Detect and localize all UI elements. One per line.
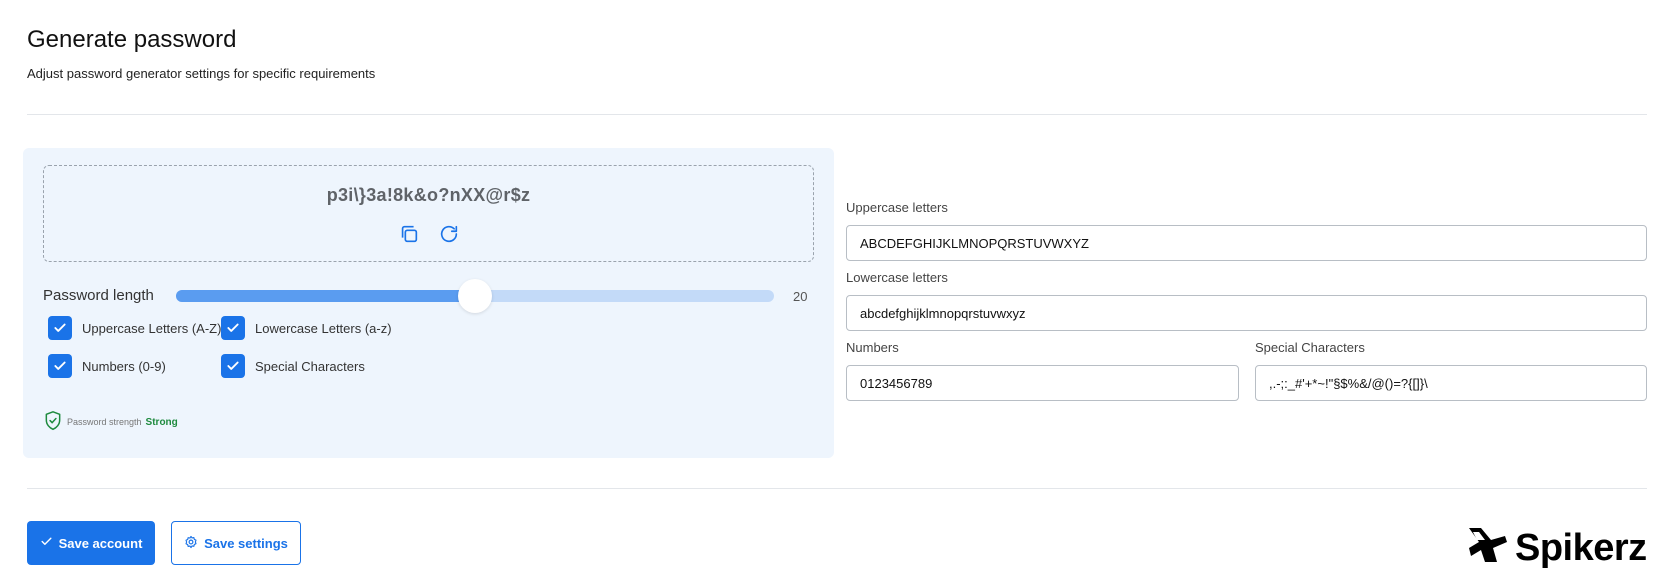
refresh-icon[interactable]	[436, 221, 462, 247]
option-lowercase[interactable]: Lowercase Letters (a-z)	[221, 316, 392, 340]
password-actions	[44, 221, 813, 247]
numbers-field-label: Numbers	[846, 340, 899, 355]
gear-icon	[184, 535, 198, 552]
special-field-label: Special Characters	[1255, 340, 1365, 355]
password-strength: Password strength Strong	[43, 410, 178, 434]
strength-label: Password strength	[67, 417, 142, 427]
password-length-value: 20	[793, 289, 808, 304]
spikerz-logo-icon	[1467, 526, 1509, 569]
brand-logo: Spikerz	[1467, 526, 1647, 569]
shield-check-icon	[43, 410, 63, 434]
header-divider	[27, 114, 1647, 115]
footer-divider	[27, 488, 1647, 489]
special-input[interactable]	[1255, 365, 1647, 401]
password-length-slider[interactable]	[176, 279, 774, 313]
slider-thumb[interactable]	[458, 279, 492, 313]
strength-value: Strong	[145, 416, 178, 428]
page-title: Generate password	[27, 26, 237, 53]
save-settings-button[interactable]: Save settings	[171, 521, 301, 565]
page-subtitle: Adjust password generator settings for s…	[27, 66, 376, 81]
uppercase-input[interactable]	[846, 225, 1647, 261]
option-label: Lowercase Letters (a-z)	[255, 320, 392, 336]
save-settings-label: Save settings	[204, 535, 288, 551]
uppercase-field-label: Uppercase letters	[846, 200, 948, 215]
option-label: Numbers (0-9)	[82, 358, 166, 374]
checkbox-lowercase[interactable]	[221, 316, 245, 340]
generated-password: p3i\}3a!8k&o?nXX@r$z	[326, 185, 531, 205]
lowercase-field-label: Lowercase letters	[846, 270, 948, 285]
numbers-input[interactable]	[846, 365, 1239, 401]
generated-password-box: p3i\}3a!8k&o?nXX@r$z	[43, 165, 814, 262]
option-label: Special Characters	[255, 358, 365, 374]
save-account-label: Save account	[58, 535, 143, 551]
password-generator-page: Generate password Adjust password genera…	[0, 0, 1675, 584]
option-uppercase[interactable]: Uppercase Letters (A-Z)	[48, 316, 221, 340]
option-label: Uppercase Letters (A-Z)	[82, 320, 222, 336]
checkbox-special[interactable]	[221, 354, 245, 378]
password-length-label: Password length	[43, 287, 154, 304]
generator-panel: p3i\}3a!8k&o?nXX@r$z Password length 20 …	[23, 148, 834, 458]
slider-fill	[176, 290, 475, 302]
option-numbers[interactable]: Numbers (0-9)	[48, 354, 166, 378]
checkbox-numbers[interactable]	[48, 354, 72, 378]
checkbox-uppercase[interactable]	[48, 316, 72, 340]
option-special[interactable]: Special Characters	[221, 354, 365, 378]
copy-icon[interactable]	[396, 221, 422, 247]
lowercase-input[interactable]	[846, 295, 1647, 331]
save-account-button[interactable]: Save account	[27, 521, 155, 565]
check-icon	[40, 535, 53, 551]
brand-name: Spikerz	[1515, 526, 1647, 569]
